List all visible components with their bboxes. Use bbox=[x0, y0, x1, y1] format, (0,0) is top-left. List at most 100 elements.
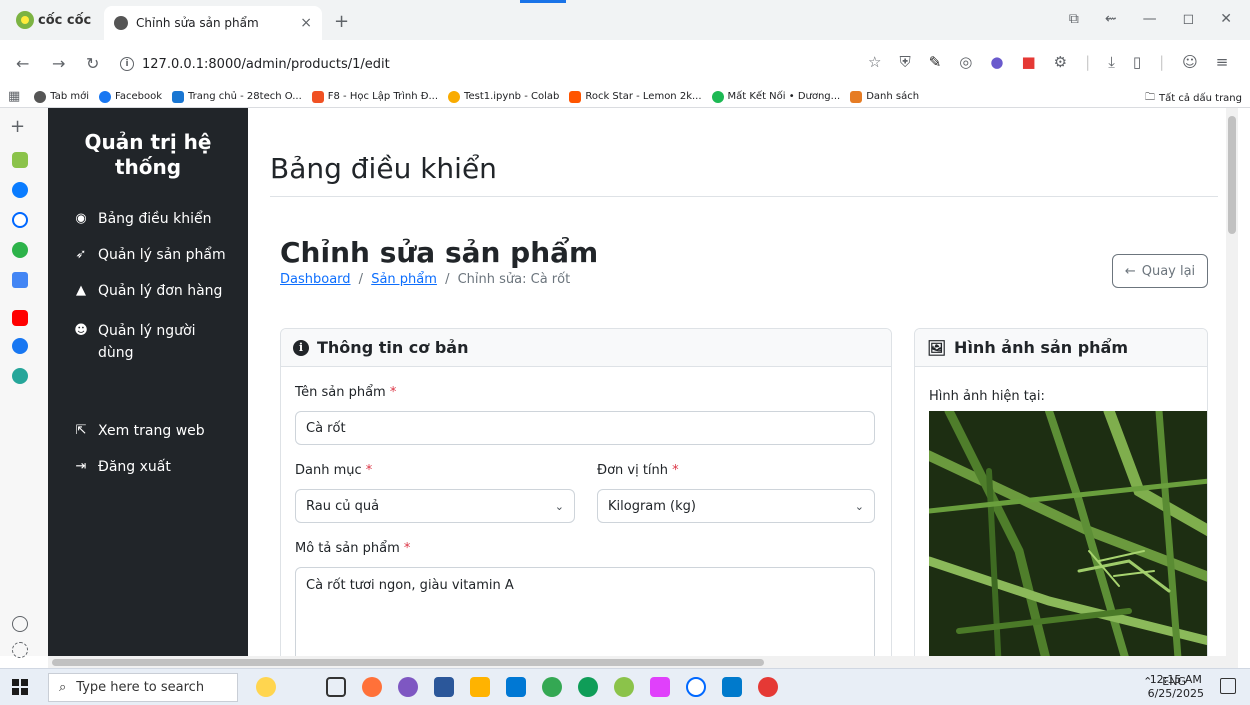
firefox-icon[interactable] bbox=[362, 677, 382, 697]
settings-icon[interactable] bbox=[12, 642, 28, 658]
bookmark-item[interactable]: Rock Star - Lemon 2k... bbox=[569, 90, 702, 103]
site-info-icon[interactable]: i bbox=[120, 57, 134, 71]
product-name-input[interactable]: Cà rốt bbox=[295, 411, 875, 445]
menu-icon[interactable]: ≡ bbox=[1216, 53, 1229, 71]
back-arrow-icon[interactable]: ← bbox=[16, 54, 29, 73]
bookmark-label: Rock Star - Lemon 2k... bbox=[585, 91, 702, 102]
split-view-icon[interactable]: ▯ bbox=[1133, 53, 1141, 71]
shield-icon[interactable]: ⛨ bbox=[899, 53, 910, 71]
search-icon: ⌕ bbox=[59, 680, 67, 695]
apps-grid-icon[interactable]: ▦ bbox=[8, 89, 20, 104]
description-textarea[interactable]: Cà rốt tươi ngon, giàu vitamin A bbox=[295, 567, 875, 656]
loading-indicator bbox=[520, 0, 566, 3]
url-text[interactable]: 127.0.0.1:8000/admin/products/1/edit bbox=[142, 57, 390, 72]
sidebar-item-users[interactable]: ☻ Quản lý người dùng bbox=[74, 320, 234, 364]
browser-tab-active[interactable]: Chỉnh sửa sản phẩm × bbox=[104, 6, 322, 40]
extension-drop-icon[interactable]: ● bbox=[990, 53, 1003, 71]
page-horizontal-scrollbar[interactable] bbox=[48, 656, 1238, 668]
profile-icon[interactable]: ☺ bbox=[1182, 53, 1198, 71]
history-icon[interactable] bbox=[12, 616, 28, 632]
add-sidebar-icon[interactable]: + bbox=[10, 116, 25, 137]
forward-arrow-icon[interactable]: → bbox=[52, 54, 65, 73]
puzzle-icon[interactable]: ⚙ bbox=[1054, 53, 1067, 71]
extension-circle-icon[interactable]: ◎ bbox=[959, 53, 972, 71]
file-explorer-icon[interactable] bbox=[470, 677, 490, 697]
all-bookmarks-label: Tất cả dấu trang bbox=[1159, 93, 1242, 104]
breadcrumb-current: Chỉnh sửa: Cà rốt bbox=[457, 272, 571, 287]
app-red-icon[interactable] bbox=[758, 677, 778, 697]
sidebar-item-orders[interactable]: ▲ Quản lý đơn hàng bbox=[74, 280, 222, 302]
breadcrumb-dashboard-link[interactable]: Dashboard bbox=[280, 272, 351, 287]
windows-start-icon[interactable] bbox=[12, 679, 28, 695]
scrollbar-thumb[interactable] bbox=[52, 659, 764, 666]
zalo-icon[interactable] bbox=[12, 212, 28, 228]
notification-icon[interactable] bbox=[1220, 678, 1236, 694]
bookmark-label: F8 - Học Lập Trình Đ... bbox=[327, 91, 439, 102]
sidebar-item-logout[interactable]: ⇥ Đăng xuất bbox=[74, 456, 171, 478]
back-button-label: Quay lại bbox=[1141, 263, 1196, 279]
coccoc-icon[interactable] bbox=[614, 677, 634, 697]
edge-icon[interactable] bbox=[578, 677, 598, 697]
taskbar-clock[interactable]: 12:15 AM 6/25/2025 bbox=[1148, 673, 1204, 701]
vscode-icon[interactable] bbox=[722, 677, 742, 697]
tab-close-icon[interactable]: × bbox=[300, 15, 312, 31]
page-vertical-scrollbar[interactable] bbox=[1226, 108, 1238, 656]
sidebar-item-view-site[interactable]: ⇱ Xem trang web bbox=[74, 420, 205, 442]
basic-info-card-header: i Thông tin cơ bản bbox=[281, 329, 891, 367]
taskbar-search[interactable]: ⌕ Type here to search bbox=[48, 673, 238, 702]
store-icon[interactable] bbox=[506, 677, 526, 697]
new-tab-button[interactable]: + bbox=[334, 11, 349, 32]
sidebar-item-dashboard[interactable]: ◉ Bảng điều khiển bbox=[74, 208, 211, 230]
category-select[interactable]: Rau củ quả ⌄ bbox=[295, 489, 575, 523]
eyedropper-icon[interactable]: ✎ bbox=[929, 53, 942, 71]
all-bookmarks[interactable]: 🗀 Tất cả dấu trang bbox=[1145, 90, 1242, 107]
soundcloud-icon bbox=[569, 90, 582, 103]
chevron-down-icon: ⌄ bbox=[554, 499, 564, 513]
bookmark-item[interactable]: Tab mới bbox=[34, 90, 90, 103]
screenshot-icon[interactable]: ⧉ bbox=[1069, 11, 1079, 27]
youtube-icon[interactable] bbox=[12, 310, 28, 326]
facebook-icon[interactable] bbox=[12, 338, 28, 354]
extension-red-icon[interactable]: ■ bbox=[1021, 53, 1035, 71]
address-bar[interactable]: i 127.0.0.1:8000/admin/products/1/edit bbox=[116, 49, 856, 79]
bookmark-item[interactable]: Danh sách bbox=[850, 90, 919, 103]
messenger-icon[interactable] bbox=[12, 182, 28, 198]
back-button[interactable]: ← Quay lại bbox=[1112, 254, 1208, 288]
download-icon[interactable]: ⤓ bbox=[1108, 53, 1115, 71]
game-icon[interactable] bbox=[12, 242, 28, 258]
copilot-icon[interactable] bbox=[398, 677, 418, 697]
bookmark-label: Tab mới bbox=[50, 91, 90, 102]
chrome-icon[interactable] bbox=[542, 677, 562, 697]
bookmark-item[interactable]: Facebook bbox=[99, 90, 162, 103]
zalo-icon[interactable] bbox=[686, 677, 706, 697]
sidebar-item-label: Xem trang web bbox=[98, 423, 205, 439]
maximize-icon[interactable]: ◻ bbox=[1183, 11, 1195, 27]
translate-icon[interactable] bbox=[12, 272, 28, 288]
ai-icon[interactable] bbox=[12, 152, 28, 168]
minimize-icon[interactable]: — bbox=[1143, 11, 1157, 27]
breadcrumb-separator: / bbox=[445, 272, 450, 287]
admin-sidebar: Quản trị hệ thống ◉ Bảng điều khiển ➶ Qu… bbox=[48, 108, 248, 656]
widgets-icon[interactable] bbox=[256, 677, 276, 697]
bookmark-item[interactable]: Test1.ipynb - Colab bbox=[448, 90, 559, 103]
unit-select[interactable]: Kilogram (kg) ⌄ bbox=[597, 489, 875, 523]
bookmark-label: Mất Kết Nối • Dương... bbox=[727, 91, 841, 102]
unit-label: Đơn vị tính * bbox=[597, 463, 679, 478]
breadcrumb-products-link[interactable]: Sản phẩm bbox=[371, 272, 437, 287]
sidebar-toggle-icon[interactable]: ⇜ bbox=[1105, 11, 1117, 27]
sidebar-item-products[interactable]: ➶ Quản lý sản phẩm bbox=[74, 244, 226, 266]
word-icon[interactable] bbox=[434, 677, 454, 697]
bookmark-item[interactable]: Mất Kết Nối • Dương... bbox=[711, 90, 841, 103]
task-view-icon[interactable] bbox=[326, 677, 346, 697]
bookmark-item[interactable]: F8 - Học Lập Trình Đ... bbox=[311, 90, 439, 103]
close-window-icon[interactable]: ✕ bbox=[1220, 11, 1232, 27]
reload-icon[interactable]: ↻ bbox=[86, 54, 99, 73]
scrollbar-thumb[interactable] bbox=[1228, 116, 1236, 234]
app-icon[interactable] bbox=[650, 677, 670, 697]
browser-brand[interactable]: cốc cốc bbox=[16, 10, 91, 30]
d-app-icon[interactable] bbox=[12, 368, 28, 384]
bookmark-item[interactable]: Trang chủ - 28tech O... bbox=[172, 90, 302, 103]
bookmark-star-icon[interactable]: ☆ bbox=[868, 53, 881, 71]
basic-info-card: i Thông tin cơ bản Tên sản phẩm * Cà rốt… bbox=[280, 328, 892, 656]
image-icon: 🖼 bbox=[927, 338, 947, 357]
